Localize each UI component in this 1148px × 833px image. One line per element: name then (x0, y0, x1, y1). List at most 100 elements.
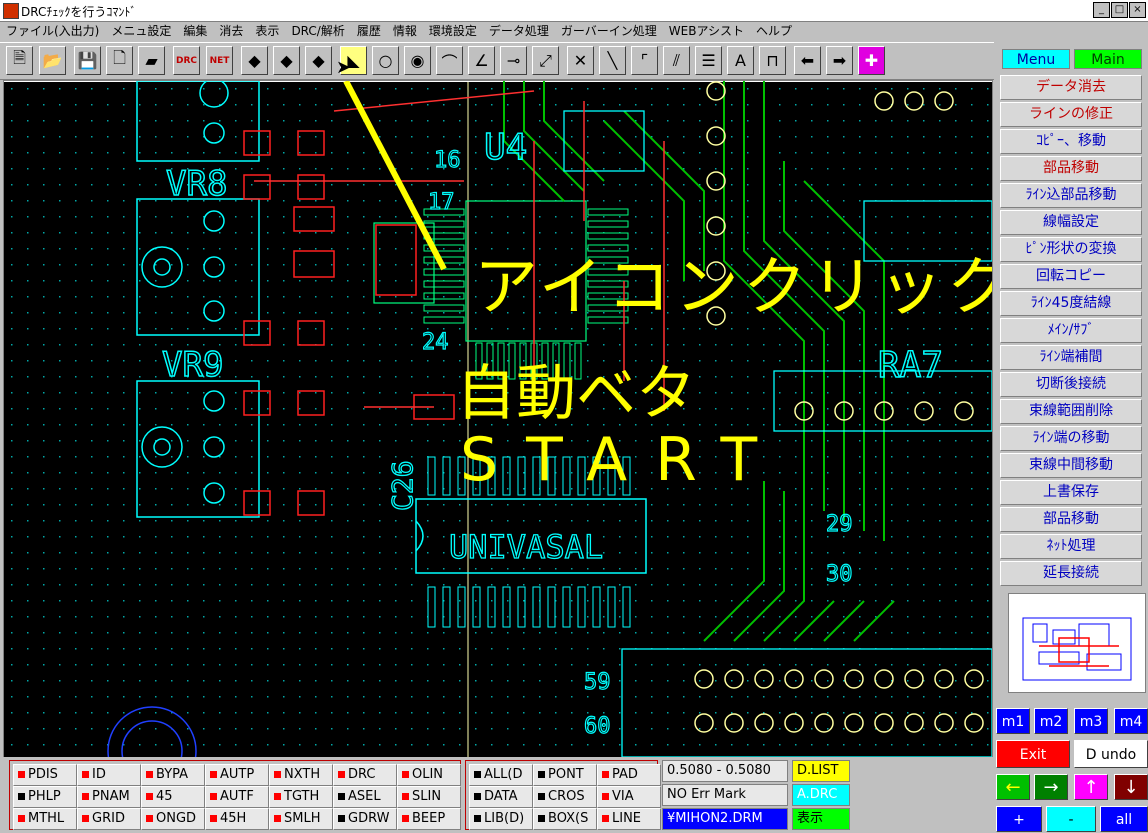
toggle-asel[interactable]: ASEL (333, 786, 397, 808)
command-button-0[interactable]: データ消去 (1000, 75, 1142, 100)
command-button-16[interactable]: 部品移動 (1000, 507, 1142, 532)
toggle-beep[interactable]: BEEP (397, 808, 461, 830)
adrc-button[interactable]: A.DRC (792, 784, 850, 806)
file-list-icon[interactable]: 🗎 (6, 46, 33, 75)
toggle-pdis[interactable]: PDIS (13, 764, 77, 786)
zoom-out-button[interactable]: - (1046, 806, 1096, 832)
angle-icon[interactable]: ∠ (468, 46, 495, 75)
command-button-1[interactable]: ラインの修正 (1000, 102, 1142, 127)
tab-main[interactable]: Main (1074, 49, 1142, 69)
arrow-left-button[interactable]: ← (996, 774, 1030, 800)
command-button-14[interactable]: 束線中間移動 (1000, 453, 1142, 478)
toggle-cros[interactable]: CROS (533, 786, 597, 808)
mode-m3-button[interactable]: m3 (1074, 708, 1108, 734)
toggle-smlh[interactable]: SMLH (269, 808, 333, 830)
maximize-button[interactable]: □ (1111, 2, 1128, 18)
toggle-via[interactable]: VIA (597, 786, 661, 808)
toggle-data[interactable]: DATA (469, 786, 533, 808)
toggle-bypa[interactable]: BYPA (141, 764, 205, 786)
part-settings-icon[interactable]: ◆ (305, 46, 332, 75)
command-button-12[interactable]: 束線範囲削除 (1000, 399, 1142, 424)
arrow-down-button[interactable]: ↓ (1114, 774, 1148, 800)
connect-icon[interactable]: ⤢ (532, 46, 559, 75)
menu-item-10[interactable]: ガーバーイン処理 (555, 22, 663, 40)
dimension-icon[interactable]: ⊓ (759, 46, 786, 75)
command-button-11[interactable]: 切断後接続 (1000, 372, 1142, 397)
toggle-alld[interactable]: ALL(D (469, 764, 533, 786)
menu-item-0[interactable]: ファイル(入出力) (0, 22, 105, 40)
toggle-boxs[interactable]: BOX(S (533, 808, 597, 830)
probe-icon[interactable]: ⊸ (500, 46, 527, 75)
toggle-pnam[interactable]: PNAM (77, 786, 141, 808)
menu-item-8[interactable]: 環境設定 (423, 22, 483, 40)
toggle-olin[interactable]: OLIN (397, 764, 461, 786)
dlist-button[interactable]: D.LIST (792, 760, 850, 782)
toggle-autp[interactable]: AUTP (205, 764, 269, 786)
command-button-2[interactable]: ｺﾋﾟｰ、移動 (1000, 129, 1142, 154)
command-button-10[interactable]: ﾗｲﾝ端補間 (1000, 345, 1142, 370)
exit-button[interactable]: Exit (996, 740, 1070, 768)
arc-icon[interactable]: ⌒ (436, 46, 463, 75)
toggle-libd[interactable]: LIB(D) (469, 808, 533, 830)
pad-icon[interactable]: ◉ (404, 46, 431, 75)
toggle-drc[interactable]: DRC (333, 764, 397, 786)
menu-item-3[interactable]: 消去 (213, 22, 249, 40)
close-button[interactable]: × (1129, 2, 1146, 18)
menu-item-9[interactable]: データ処理 (483, 22, 555, 40)
pcb-canvas[interactable]: VR8 VR9 UNIVASAL 16 17 24 29 30 59 60 U4… (3, 80, 993, 758)
mode-m1-button[interactable]: m1 (996, 708, 1030, 734)
toggle-phlp[interactable]: PHLP (13, 786, 77, 808)
command-button-9[interactable]: ﾒｲﾝ/ｻﾌﾞ (1000, 318, 1142, 343)
zoom-all-button[interactable]: all (1100, 806, 1148, 832)
chip-folder-icon[interactable]: ▰ (138, 46, 165, 75)
command-button-3[interactable]: 部品移動 (1000, 156, 1142, 181)
align-icon[interactable]: ☰ (695, 46, 722, 75)
toggle-ongd[interactable]: ONGD (141, 808, 205, 830)
new-page-icon[interactable]: 🗋 (106, 46, 133, 75)
display-button[interactable]: 表示 (792, 808, 850, 830)
undo-button[interactable]: D undo (1074, 740, 1148, 768)
command-button-6[interactable]: ﾋﾟﾝ形状の変換 (1000, 237, 1142, 262)
command-button-4[interactable]: ﾗｲﾝ込部品移動 (1000, 183, 1142, 208)
command-button-18[interactable]: 延長接続 (1000, 561, 1142, 586)
open-folder-icon[interactable]: 📂 (39, 46, 66, 75)
toggle-slin[interactable]: SLIN (397, 786, 461, 808)
minimize-button[interactable]: _ (1093, 2, 1110, 18)
part-save-icon[interactable]: ◆ (273, 46, 300, 75)
menu-item-11[interactable]: WEBアシスト (663, 22, 750, 40)
command-button-17[interactable]: ﾈｯﾄ処理 (1000, 534, 1142, 559)
toggle-tgth[interactable]: TGTH (269, 786, 333, 808)
command-button-7[interactable]: 回転コピー (1000, 264, 1142, 289)
net-icon[interactable]: NET (206, 46, 233, 75)
mode-m4-button[interactable]: m4 (1114, 708, 1148, 734)
toggle-autf[interactable]: AUTF (205, 786, 269, 808)
drc-icon[interactable]: DRC (173, 46, 200, 75)
toggle-mthl[interactable]: MTHL (13, 808, 77, 830)
board-thumbnail[interactable] (1008, 593, 1146, 693)
arrow-right-button[interactable]: → (1034, 774, 1068, 800)
toggle-line[interactable]: LINE (597, 808, 661, 830)
menu-item-1[interactable]: メニュ設定 (105, 22, 177, 40)
menu-item-5[interactable]: DRC/解析 (285, 22, 350, 40)
toggle-45[interactable]: 45 (141, 786, 205, 808)
command-button-5[interactable]: 線幅設定 (1000, 210, 1142, 235)
corner-icon[interactable]: ⌜ (631, 46, 658, 75)
mode-m2-button[interactable]: m2 (1034, 708, 1068, 734)
menu-item-7[interactable]: 情報 (387, 22, 423, 40)
zoom-in-button[interactable]: + (996, 806, 1042, 832)
arrow-right-icon[interactable]: ➡ (826, 46, 853, 75)
command-button-8[interactable]: ﾗｲﾝ45度結線 (1000, 291, 1142, 316)
arrow-up-button[interactable]: ↑ (1074, 774, 1108, 800)
menu-item-6[interactable]: 履歴 (351, 22, 387, 40)
via-ring-icon[interactable]: ○ (372, 46, 399, 75)
toggle-id[interactable]: ID (77, 764, 141, 786)
tab-menu[interactable]: Menu (1002, 49, 1070, 69)
save-icon[interactable]: 💾 (74, 46, 101, 75)
toggle-pad[interactable]: PAD (597, 764, 661, 786)
arrow-left-icon[interactable]: ⬅ (794, 46, 821, 75)
command-button-15[interactable]: 上書保存 (1000, 480, 1142, 505)
bus-line-icon[interactable]: ⫽ (663, 46, 690, 75)
command-button-13[interactable]: ﾗｲﾝ端の移動 (1000, 426, 1142, 451)
toggle-nxth[interactable]: NXTH (269, 764, 333, 786)
toggle-pont[interactable]: PONT (533, 764, 597, 786)
